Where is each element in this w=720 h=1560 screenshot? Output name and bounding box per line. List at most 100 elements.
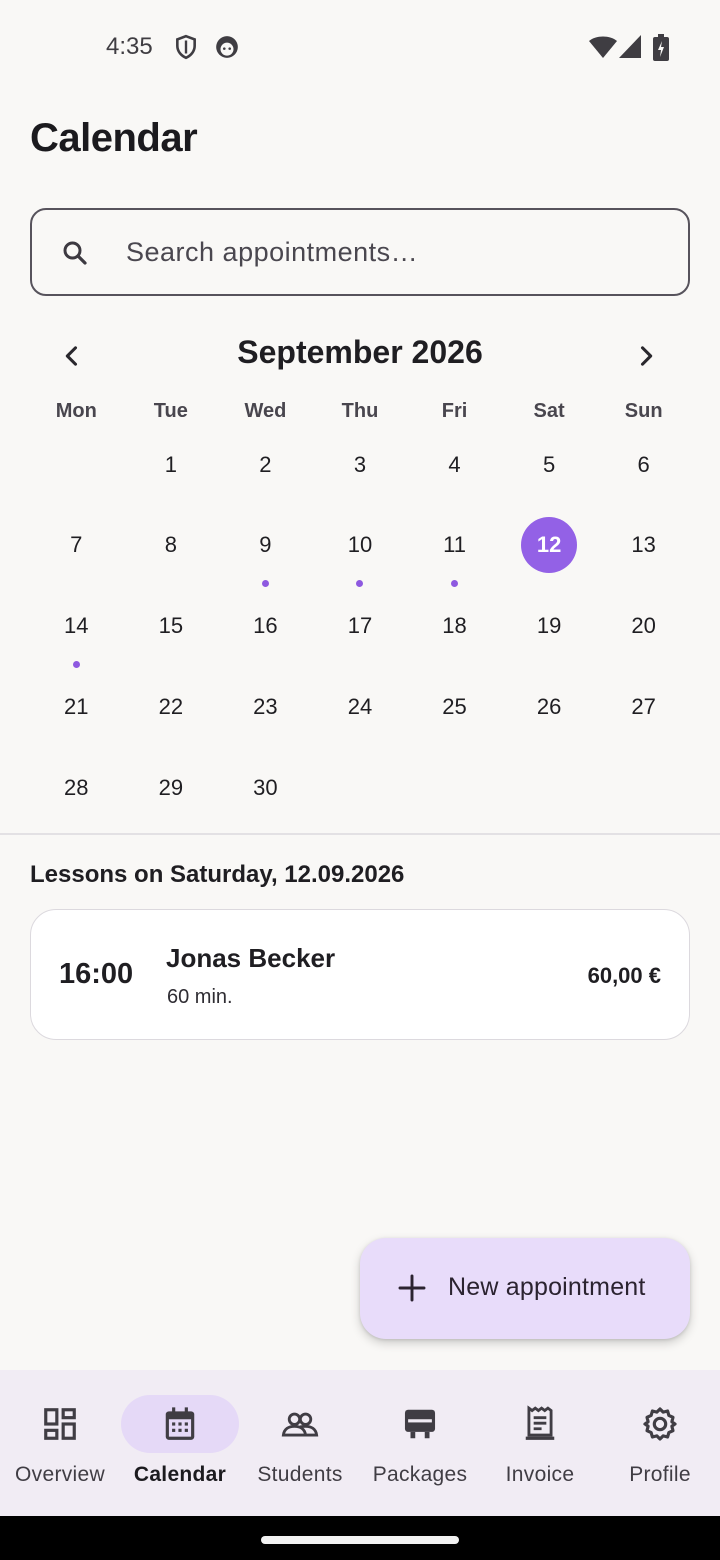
day-number: 17 — [347, 613, 373, 639]
day-number: 6 — [637, 451, 650, 477]
battery-icon — [653, 34, 669, 61]
day-number: 24 — [347, 693, 373, 719]
calendar-day-4[interactable]: 4 — [407, 426, 502, 507]
nav-item-invoice[interactable]: Invoice — [480, 1370, 600, 1516]
day-number: 15 — [158, 613, 184, 639]
day-number: 28 — [64, 774, 89, 800]
calendar-header: September 2026 — [0, 320, 720, 390]
weekday-label: Fri — [441, 400, 468, 422]
calendar-day-28[interactable]: 28 — [29, 749, 124, 830]
calendar-day-20[interactable]: 20 — [596, 588, 691, 669]
calendar-day-21[interactable]: 21 — [29, 668, 124, 749]
calendar-day-8[interactable]: 8 — [124, 507, 219, 588]
system-navigation-bar — [0, 1516, 720, 1560]
calendar-day-15[interactable]: 15 — [124, 588, 219, 669]
calendar-day-19[interactable]: 19 — [502, 588, 597, 669]
day-number: 29 — [158, 774, 184, 800]
day-number: 3 — [353, 451, 367, 477]
nav-item-overview[interactable]: Overview — [0, 1370, 120, 1516]
calendar-day-29[interactable]: 29 — [124, 749, 219, 830]
invoice-icon — [525, 1405, 555, 1440]
nav-label: Profile — [629, 1463, 691, 1486]
wifi-icon — [589, 36, 617, 58]
day-number: 21 — [64, 693, 89, 719]
lesson-student-name: Jonas Becker — [166, 943, 336, 973]
weekday-label: Wed — [244, 400, 287, 422]
nav-label: Packages — [372, 1463, 468, 1486]
calendar-day-30[interactable]: 30 — [218, 749, 313, 830]
day-number: 8 — [164, 532, 177, 558]
nav-label: Calendar — [133, 1463, 227, 1486]
page-title: Calendar — [30, 116, 198, 160]
day-number: 22 — [158, 693, 184, 719]
calendar-day-23[interactable]: 23 — [218, 668, 313, 749]
calendar-day-27[interactable]: 27 — [596, 668, 691, 749]
shield-icon — [176, 34, 196, 60]
new-appointment-label: New appointment — [448, 1273, 646, 1301]
calendar-day-5[interactable]: 5 — [502, 426, 597, 507]
lesson-card[interactable]: 16:00 Jonas Becker 60 min. 60,00 € — [30, 909, 690, 1040]
lesson-price: 60,00 € — [587, 963, 661, 988]
nav-item-packages[interactable]: Packages — [360, 1370, 480, 1516]
nav-item-students[interactable]: Students — [240, 1370, 360, 1516]
search-bar[interactable] — [30, 208, 690, 296]
month-label: September 2026 — [237, 334, 483, 370]
day-number: 10 — [347, 532, 373, 558]
calendar-grid: 1 2 3 4 5 6 7 8 9 10 11 12 13 14 15 16 17 18 19 20 21 22 23 24 2… — [29, 426, 691, 830]
plus-icon — [398, 1274, 426, 1302]
lesson-duration: 60 min. — [167, 986, 233, 1008]
settings-icon — [643, 1407, 677, 1441]
nav-label: Overview — [15, 1463, 105, 1486]
appointment-dot — [451, 579, 459, 587]
search-input[interactable] — [126, 210, 666, 294]
calendar-day-16[interactable]: 16 — [218, 588, 313, 669]
package-icon — [404, 1409, 436, 1439]
nav-item-calendar[interactable]: Calendar — [120, 1370, 240, 1516]
day-number: 11 — [443, 532, 466, 558]
bottom-navigation: Overview Calendar Students Packages Invo… — [0, 1370, 720, 1516]
nav-label: Invoice — [505, 1463, 575, 1486]
home-handle[interactable] — [261, 1536, 459, 1544]
calendar-day-26[interactable]: 26 — [502, 668, 597, 749]
calendar-day-11[interactable]: 11 — [407, 507, 502, 588]
calendar-day-18[interactable]: 18 — [407, 588, 502, 669]
next-month-button[interactable] — [624, 334, 668, 378]
calendar-day-22[interactable]: 22 — [124, 668, 219, 749]
calendar-day-10[interactable]: 10 — [313, 507, 408, 588]
day-number: 23 — [253, 693, 278, 719]
calendar-day-17[interactable]: 17 — [313, 588, 408, 669]
appointment-dot — [72, 660, 80, 668]
people-icon — [281, 1412, 319, 1437]
calendar-week-row: 14 15 16 17 18 19 20 — [29, 588, 691, 669]
day-number: 12 — [521, 517, 578, 574]
calendar-day-24[interactable]: 24 — [313, 668, 408, 749]
status-bar: 4:35 — [0, 0, 720, 96]
calendar-day-9[interactable]: 9 — [218, 507, 313, 588]
day-number: 16 — [253, 613, 278, 639]
calendar-day-2[interactable]: 2 — [218, 426, 313, 507]
calendar-week-row: 1 2 3 4 5 6 — [29, 426, 691, 507]
calendar-day-13[interactable]: 13 — [596, 507, 691, 588]
calendar-day-14[interactable]: 14 — [29, 588, 124, 669]
calendar-empty-cell — [29, 426, 124, 507]
appointment-dot — [356, 579, 364, 587]
chevron-right-icon — [640, 346, 653, 366]
day-number: 7 — [70, 532, 83, 558]
calendar-empty-cell — [313, 749, 408, 830]
calendar-day-12[interactable]: 12 — [502, 507, 597, 588]
weekday-label: Thu — [341, 400, 379, 422]
day-number: 26 — [536, 693, 562, 719]
calendar-week-row: 21 22 23 24 25 26 27 — [29, 668, 691, 749]
calendar-empty-cell — [407, 749, 502, 830]
calendar-day-3[interactable]: 3 — [313, 426, 408, 507]
calendar-empty-cell — [502, 749, 597, 830]
calendar-day-1[interactable]: 1 — [124, 426, 219, 507]
day-number: 18 — [442, 613, 467, 639]
weekday-header: Mon Tue Wed Thu Fri Sat Sun — [29, 400, 691, 423]
calendar-day-25[interactable]: 25 — [407, 668, 502, 749]
calendar-day-6[interactable]: 6 — [596, 426, 691, 507]
nav-item-profile[interactable]: Profile — [600, 1370, 720, 1516]
new-appointment-button[interactable]: New appointment — [360, 1238, 690, 1339]
calendar-day-7[interactable]: 7 — [29, 507, 124, 588]
appointment-dot — [261, 579, 269, 587]
